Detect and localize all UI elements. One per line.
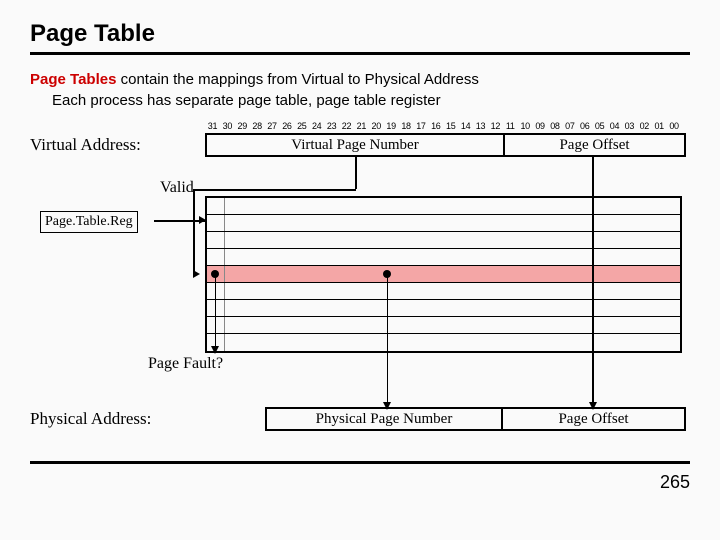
- body-line2: Each process has separate page table, pa…: [52, 92, 441, 109]
- virtual-address-box: Virtual Page Number Page Offset: [205, 133, 686, 157]
- bit-label: 25: [294, 121, 309, 131]
- bit-label: 07: [562, 121, 577, 131]
- bit-label: 21: [354, 121, 369, 131]
- bit-label: 04: [607, 121, 622, 131]
- bit-label: 00: [667, 121, 682, 131]
- bit-label: 16: [428, 121, 443, 131]
- index-arrow-head: [193, 270, 200, 278]
- footer-rule: [30, 461, 690, 464]
- ppn-field: Physical Page Number: [267, 409, 503, 429]
- page-offset-field-2: Page Offset: [503, 409, 684, 429]
- bit-ruler: 3130292827262524232221201918171615141312…: [205, 121, 682, 131]
- index-line-h: [193, 189, 356, 191]
- index-line-v1: [355, 157, 357, 189]
- ptr-arrow-line: [154, 220, 205, 222]
- bit-label: 08: [547, 121, 562, 131]
- valid-arrow-head: [211, 346, 219, 354]
- page-offset-field: Page Offset: [505, 135, 684, 155]
- bit-label: 02: [637, 121, 652, 131]
- bit-label: 20: [369, 121, 384, 131]
- bit-label: 27: [265, 121, 280, 131]
- body-line1: contain the mappings from Virtual to Phy…: [116, 71, 478, 88]
- bit-label: 31: [205, 121, 220, 131]
- bit-label: 19: [384, 121, 399, 131]
- offset-line: [592, 157, 594, 404]
- body-emphasis: Page Tables: [30, 71, 116, 88]
- bit-label: 30: [220, 121, 235, 131]
- title-rule: [30, 52, 690, 55]
- selected-pte: [207, 266, 680, 283]
- virtual-address-label: Virtual Address:: [30, 135, 205, 155]
- bit-label: 29: [235, 121, 250, 131]
- body-text: Page Tables contain the mappings from Vi…: [30, 69, 690, 111]
- bit-label: 14: [458, 121, 473, 131]
- page-fault-label: Page Fault?: [148, 355, 223, 373]
- bit-label: 05: [592, 121, 607, 131]
- bit-label: 18: [399, 121, 414, 131]
- bit-label: 22: [339, 121, 354, 131]
- bit-label: 28: [250, 121, 265, 131]
- bit-label: 23: [324, 121, 339, 131]
- bit-label: 12: [488, 121, 503, 131]
- bit-label: 03: [622, 121, 637, 131]
- physical-address-label: Physical Address:: [30, 409, 205, 429]
- virtual-address-row: Virtual Address: Virtual Page Number Pag…: [30, 133, 686, 157]
- index-line-v2: [193, 189, 195, 274]
- slide-title: Page Table: [30, 20, 690, 48]
- bit-label: 11: [503, 121, 518, 131]
- bit-label: 09: [533, 121, 548, 131]
- valid-line: [215, 276, 217, 348]
- bit-label: 01: [652, 121, 667, 131]
- valid-label: Valid: [160, 179, 194, 197]
- bit-label: 15: [443, 121, 458, 131]
- bit-label: 17: [413, 121, 428, 131]
- bit-label: 26: [279, 121, 294, 131]
- bit-label: 13: [473, 121, 488, 131]
- bit-label: 24: [309, 121, 324, 131]
- ppn-line: [387, 276, 389, 404]
- physical-address-box: Physical Page Number Page Offset: [265, 407, 686, 431]
- bit-label: 06: [577, 121, 592, 131]
- page-table-reg: Page.Table.Reg: [40, 211, 138, 233]
- page-table: [205, 196, 682, 353]
- bit-label: 10: [518, 121, 533, 131]
- page-number: 265: [30, 472, 690, 493]
- vpn-field: Virtual Page Number: [207, 135, 505, 155]
- physical-address-row: Physical Address: Physical Page Number P…: [30, 407, 686, 431]
- diagram: 3130292827262524232221201918171615141312…: [30, 121, 690, 461]
